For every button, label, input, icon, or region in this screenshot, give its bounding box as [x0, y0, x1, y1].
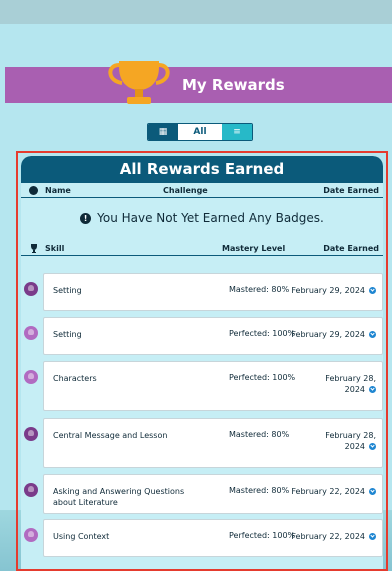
skill-name: Asking and Answering Questions about Lit… — [53, 487, 185, 507]
mastered-badge-icon — [24, 483, 38, 497]
list-view-button[interactable]: ≡ — [222, 124, 252, 140]
skill-row[interactable]: Setting Mastered: 80% February 29, 2024 — [43, 273, 383, 311]
expand-chevron-icon[interactable] — [369, 488, 376, 495]
mastery-level: Perfected: 100% — [229, 531, 296, 540]
rewards-panel: All Rewards Earned Name Challenge Date E… — [16, 151, 388, 571]
mastery-level: Perfected: 100% — [229, 329, 296, 338]
badges-table-header: Name Challenge Date Earned — [21, 183, 383, 198]
skill-row[interactable]: Central Message and Lesson Mastered: 80%… — [43, 418, 383, 468]
date-column-header: Date Earned — [323, 186, 379, 195]
top-bar — [0, 0, 392, 24]
skill-date-column-header: Date Earned — [323, 244, 379, 253]
perfected-badge-icon — [24, 528, 38, 542]
page-title: My Rewards — [182, 76, 285, 94]
skill-row[interactable]: Setting Perfected: 100% February 29, 202… — [43, 317, 383, 355]
mastered-badge-icon — [24, 427, 38, 441]
expand-chevron-icon[interactable] — [369, 386, 376, 393]
date-earned: February 22, 2024 — [291, 486, 376, 497]
mastery-level: Mastered: 80% — [229, 430, 290, 439]
view-toggle: ▦ All ≡ — [147, 123, 253, 141]
skill-name: Using Context — [53, 532, 110, 541]
skill-column-header: Skill — [45, 244, 65, 253]
skills-table-header: Skill Mastery Level Date Earned — [21, 238, 383, 256]
skill-row[interactable]: Asking and Answering Questions about Lit… — [43, 474, 383, 514]
rewards-panel-body: All Rewards Earned Name Challenge Date E… — [21, 156, 383, 569]
grid-icon: ▦ — [158, 127, 168, 137]
empty-badges-message: ! You Have Not Yet Earned Any Badges. — [21, 198, 383, 238]
skill-name: Setting — [53, 286, 82, 295]
date-earned: February 29, 2024 — [291, 285, 376, 296]
mastery-level: Mastered: 80% — [229, 285, 290, 294]
skill-row[interactable]: Characters Perfected: 100% February 28, … — [43, 361, 383, 411]
all-view-button[interactable]: All — [178, 124, 222, 140]
trophy-column-icon — [31, 244, 37, 253]
skill-name: Central Message and Lesson — [53, 431, 168, 440]
date-earned: February 28, 2024 — [325, 431, 376, 451]
info-icon: ! — [80, 212, 92, 224]
mastery-level: Perfected: 100% — [229, 373, 296, 382]
challenge-column-header: Challenge — [163, 186, 208, 195]
empty-badges-text: You Have Not Yet Earned Any Badges. — [97, 211, 324, 225]
expand-chevron-icon[interactable] — [369, 287, 376, 294]
mastery-column-header: Mastery Level — [222, 244, 286, 253]
date-earned: February 28, 2024 — [325, 374, 376, 394]
expand-chevron-icon[interactable] — [369, 533, 376, 540]
mastered-badge-icon — [24, 282, 38, 296]
trophy-icon — [108, 61, 170, 104]
date-earned: February 22, 2024 — [291, 531, 376, 542]
expand-chevron-icon[interactable] — [369, 331, 376, 338]
expand-chevron-icon[interactable] — [369, 443, 376, 450]
name-column-header: Name — [45, 186, 71, 195]
panel-title: All Rewards Earned — [21, 156, 383, 183]
list-icon: ≡ — [233, 127, 241, 137]
mastery-level: Mastered: 80% — [229, 486, 290, 495]
grid-view-button[interactable]: ▦ — [148, 124, 178, 140]
skill-row[interactable]: Using Context Perfected: 100% February 2… — [43, 519, 383, 557]
skill-name: Setting — [53, 330, 82, 339]
perfected-badge-icon — [24, 370, 38, 384]
perfected-badge-icon — [24, 326, 38, 340]
skill-name: Characters — [53, 374, 97, 383]
date-earned: February 29, 2024 — [291, 329, 376, 340]
badge-column-icon — [29, 186, 38, 195]
